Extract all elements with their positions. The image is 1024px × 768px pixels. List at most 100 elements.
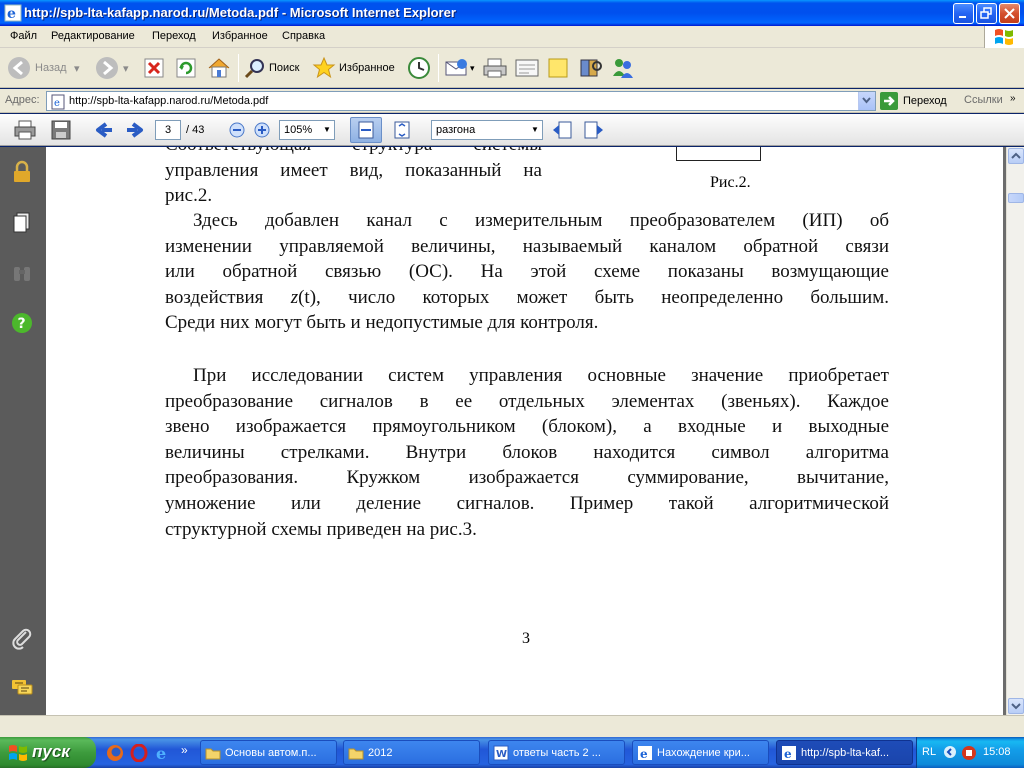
address-input[interactable]: e http://spb-lta-kafapp.narod.ru/Metoda.… — [46, 91, 876, 111]
menu-edit[interactable]: Редактирование — [51, 30, 135, 42]
find-next-button[interactable] — [582, 119, 606, 141]
find-input[interactable]: разгона ▼ — [431, 120, 543, 140]
fit-width-button[interactable] — [350, 117, 382, 143]
home-button[interactable] — [207, 54, 231, 82]
text-line: Среди них могут быть и недопустимые для … — [165, 312, 599, 334]
forward-button[interactable] — [94, 54, 120, 82]
home-icon — [208, 58, 230, 78]
next-page-button[interactable] — [124, 119, 146, 141]
fit-width-icon — [358, 121, 374, 139]
find-previous-button[interactable] — [550, 119, 574, 141]
address-url: http://spb-lta-kafapp.narod.ru/Metoda.pd… — [69, 95, 269, 107]
opera-icon[interactable] — [130, 744, 148, 762]
taskbar-item[interactable]: e Нахождение кри... — [632, 740, 769, 765]
menu-bar: Файл Редактирование Переход Избранное Сп… — [0, 26, 1024, 48]
taskbar-item[interactable]: 2012 — [343, 740, 480, 765]
firefox-icon[interactable] — [106, 744, 124, 762]
address-dropdown-button[interactable] — [858, 92, 875, 110]
close-button[interactable] — [999, 3, 1020, 24]
scroll-down-button[interactable] — [1008, 698, 1024, 714]
research-button[interactable] — [578, 54, 604, 82]
start-button[interactable]: пуск — [0, 737, 96, 768]
zoom-out-button[interactable] — [228, 119, 246, 141]
scroll-thumb[interactable] — [1008, 193, 1024, 203]
search-button[interactable]: Поиск — [244, 54, 299, 82]
zoom-out-icon — [229, 122, 245, 138]
pages-icon[interactable] — [10, 210, 34, 234]
language-indicator[interactable]: RL — [922, 746, 936, 758]
antivirus-tray-icon[interactable] — [961, 745, 977, 761]
page-total: / 43 — [186, 124, 205, 136]
svg-text:e: e — [7, 6, 16, 22]
ie-icon[interactable]: e — [154, 744, 172, 762]
menu-help[interactable]: Справка — [282, 30, 325, 42]
maximize-button[interactable] — [976, 3, 997, 24]
text-line: воздействия z(t), число которых может бы… — [165, 286, 889, 308]
lock-icon[interactable] — [10, 160, 34, 184]
favorites-button[interactable]: Избранное — [312, 54, 395, 82]
text-line: управления имеет вид, показанный на — [165, 159, 542, 181]
minimize-button[interactable] — [953, 3, 974, 24]
stop-button[interactable] — [143, 54, 165, 82]
pdf-document-view[interactable]: Рис.2. Соответствующая структура системы… — [46, 147, 1006, 715]
refresh-button[interactable] — [175, 54, 197, 82]
comments-icon[interactable] — [10, 676, 34, 700]
back-button[interactable]: Назад — [6, 54, 67, 82]
windows-flag-icon — [984, 26, 1024, 48]
address-bar: Адрес: e http://spb-lta-kafapp.narod.ru/… — [0, 89, 1024, 113]
taskbar-item-active[interactable]: e http://spb-lta-kaf... — [776, 740, 913, 765]
page-number-input[interactable]: 3 — [155, 120, 181, 140]
search-icon — [244, 59, 264, 79]
scroll-up-button[interactable] — [1008, 148, 1024, 164]
previous-page-button[interactable] — [93, 119, 115, 141]
links-label[interactable]: Ссылки — [964, 94, 1003, 106]
history-icon — [408, 57, 430, 79]
pdf-toolbar: 3 / 43 105% ▼ разгона ▼ — [0, 114, 1024, 146]
menu-file[interactable]: Файл — [10, 30, 37, 42]
print-button[interactable] — [482, 54, 508, 82]
menu-go[interactable]: Переход — [152, 30, 196, 42]
go-arrow-icon — [880, 92, 898, 110]
floppy-disk-icon — [51, 120, 71, 140]
taskbar: пуск e » Основы автом.п... 2012 W ответы… — [0, 737, 1024, 768]
text-line: или обратной связью (ОС). На этой схеме … — [165, 261, 889, 283]
tray-expand-icon[interactable] — [943, 745, 957, 759]
vertical-scrollbar[interactable] — [1006, 147, 1024, 715]
pdf-save-button[interactable] — [48, 119, 74, 141]
chevron-up-icon — [1011, 152, 1021, 159]
arrow-left-icon — [96, 122, 112, 138]
window-title: http://spb-lta-kafapp.narod.ru/Metoda.pd… — [24, 5, 456, 20]
paperclip-icon[interactable] — [10, 626, 34, 650]
links-chevron-icon[interactable]: » — [1010, 93, 1016, 104]
zoom-select[interactable]: 105% ▼ — [279, 120, 335, 140]
text-line: Соответствующая структура системы — [165, 147, 542, 158]
help-icon[interactable]: ? — [10, 311, 34, 335]
windows-logo-icon — [9, 745, 27, 761]
mail-dropdown[interactable]: ▾ — [470, 54, 475, 82]
menu-favorites[interactable]: Избранное — [212, 30, 268, 42]
star-icon — [312, 56, 336, 79]
edit-button[interactable] — [514, 54, 540, 82]
text-line: При исследовании систем управления основ… — [193, 365, 889, 386]
svg-text:?: ? — [18, 316, 26, 332]
forward-dropdown[interactable]: ▾ — [123, 54, 129, 82]
taskbar-item[interactable]: W ответы часть 2 ... — [488, 740, 625, 765]
back-dropdown[interactable]: ▾ — [74, 54, 80, 82]
messenger-button[interactable] — [610, 54, 636, 82]
pdf-print-button[interactable] — [12, 119, 38, 141]
fit-page-button[interactable] — [388, 119, 416, 141]
fit-page-icon — [394, 121, 410, 139]
binoculars-icon[interactable] — [10, 261, 34, 285]
mail-icon — [445, 59, 467, 76]
pdf-navigation-panel: ? — [0, 147, 46, 715]
quicklaunch-chevron-icon[interactable]: » — [181, 743, 188, 757]
discuss-button[interactable] — [546, 54, 570, 82]
go-button[interactable]: Переход — [880, 92, 947, 110]
taskbar-item[interactable]: Основы автом.п... — [200, 740, 337, 765]
history-button[interactable] — [406, 54, 432, 82]
address-label: Адрес: — [5, 94, 40, 106]
mail-button[interactable] — [444, 54, 470, 82]
zoom-in-button[interactable] — [253, 119, 271, 141]
paragraph-2: При исследовании систем управления основ… — [165, 363, 889, 542]
paragraph-1: Здесь добавлен канал с измерительным пре… — [165, 208, 889, 336]
